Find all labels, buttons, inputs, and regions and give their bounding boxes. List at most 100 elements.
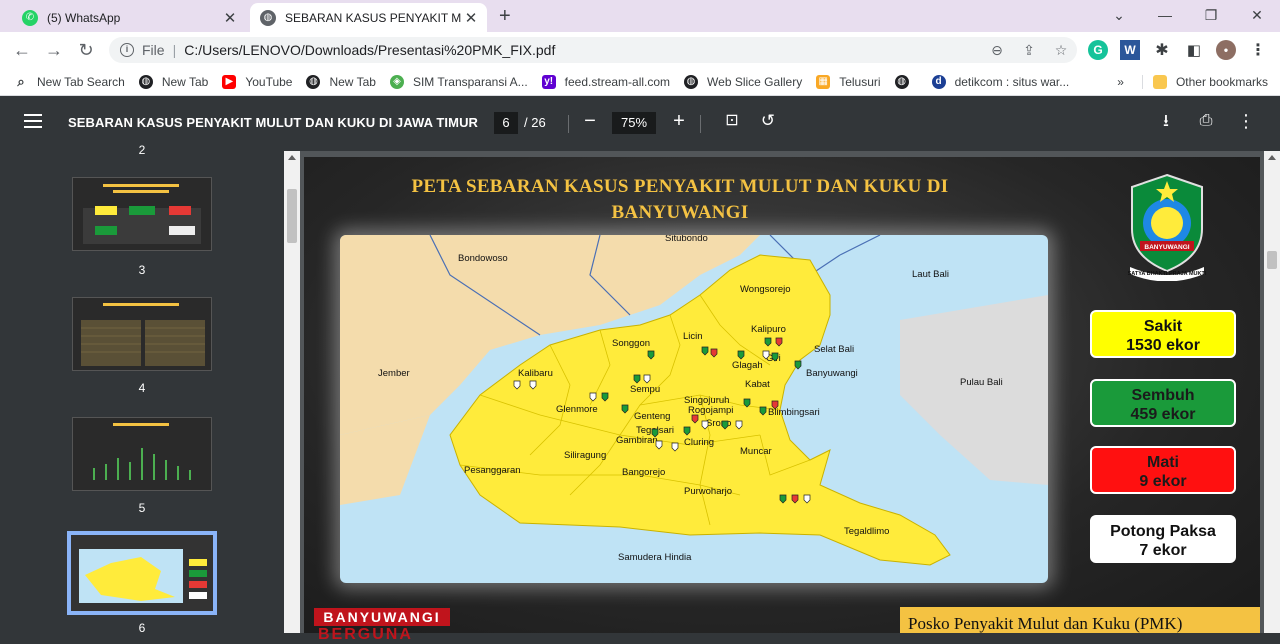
bookmark-new-tab-2[interactable]: ◍ New Tab <box>306 74 376 89</box>
thumbnail-page-6[interactable] <box>67 531 217 615</box>
tab-search-chevron-icon[interactable]: ⌄ <box>1096 0 1142 32</box>
logo-motto-text: SATYA BHAKTI PRAJA MUKTI <box>1128 271 1207 277</box>
close-tab-icon[interactable]: ✕ <box>461 9 481 27</box>
bookmark-label: New Tab Search <box>37 74 125 89</box>
label-gambiran: Gambiran <box>616 435 658 446</box>
extensions-icon[interactable]: ✱ <box>1152 40 1172 60</box>
bookmarks-bar: ⌕ New Tab Search ◍ New Tab ▶ YouTube ◍ New T… <box>0 68 1280 96</box>
label-kalibaru: Kalibaru <box>518 368 553 379</box>
label-songgon: Songgon <box>612 338 650 349</box>
search-icon: ⌕ <box>17 73 25 89</box>
bookmark-telusuri[interactable]: ▦ Telusuri <box>816 74 881 89</box>
stat-value: 1530 ekor <box>1126 337 1200 354</box>
document-title: SEBARAN KASUS PENYAKIT MULUT DAN KUKU DI… <box>68 115 479 130</box>
tab-strip: ✆ (5) WhatsApp ✕ ◍ SEBARAN KASUS PENYAKI… <box>0 0 1280 32</box>
tab-whatsapp[interactable]: ✆ (5) WhatsApp ✕ <box>8 3 246 32</box>
word-icon[interactable]: W <box>1120 40 1140 60</box>
restore-button[interactable]: ❐ <box>1188 0 1234 32</box>
bookmark-sim-transparansi[interactable]: ◈ SIM Transparansi A... <box>389 74 528 89</box>
yahoo-icon: y! <box>541 74 556 89</box>
bookmark-new-tab-search[interactable]: ⌕ New Tab Search <box>14 73 125 89</box>
print-icon[interactable]: ⎙ <box>1194 109 1218 133</box>
bookmarks-overflow-button[interactable]: » <box>1117 75 1124 89</box>
close-tab-icon[interactable]: ✕ <box>220 9 240 27</box>
bookmark-youtube[interactable]: ▶ YouTube <box>222 74 293 89</box>
bookmark-web-slice[interactable]: ◍ Web Slice Gallery <box>684 74 802 89</box>
stat-sakit: Sakit 1530 ekor <box>1090 310 1236 358</box>
bookmark-star-icon[interactable]: ☆ <box>1045 42 1077 59</box>
grammarly-icon[interactable]: G <box>1088 40 1108 60</box>
stat-potong-paksa: Potong Paksa 7 ekor <box>1090 515 1236 563</box>
sidebar-scrollbar[interactable] <box>284 151 300 633</box>
bookmark-label: Telusuri <box>839 74 881 89</box>
bookmark-detikcom[interactable]: d detikcom : situs war... <box>931 74 1069 89</box>
bookmark-feed-stream[interactable]: y! feed.stream-all.com <box>541 74 670 89</box>
thumbnail-page-3[interactable] <box>72 177 212 251</box>
telusuri-icon: ▦ <box>816 74 831 89</box>
stat-value: 459 ekor <box>1130 406 1196 423</box>
label-bangorejo: Bangorejo <box>622 467 665 478</box>
zoom-input[interactable]: 75% <box>612 112 656 134</box>
label-muncar: Muncar <box>740 446 772 457</box>
label-glenmore: Glenmore <box>556 404 598 415</box>
label-jember: Jember <box>378 368 410 379</box>
new-tab-button[interactable]: + <box>499 5 511 28</box>
bookmark-label: New Tab <box>329 74 376 89</box>
more-options-icon[interactable]: ⋮ <box>1234 109 1258 133</box>
label-kabat: Kabat <box>745 379 770 390</box>
youtube-icon: ▶ <box>222 74 237 89</box>
label-selat-bali: Selat Bali <box>814 344 854 355</box>
info-icon[interactable]: i <box>120 43 134 57</box>
label-glagah: Glagah <box>732 360 763 371</box>
url-text[interactable]: C:/Users/LENOVO/Downloads/Presentasi%20P… <box>184 42 981 58</box>
reload-button[interactable]: ↻ <box>74 39 98 61</box>
rotate-icon[interactable]: ↺ <box>756 109 780 133</box>
globe-icon: ◍ <box>260 9 276 26</box>
slide-title-line1: PETA SEBARAN KASUS PENYAKIT MULUT DAN KU… <box>411 176 949 197</box>
chrome-menu-icon[interactable]: ⋮ <box>1248 40 1268 60</box>
back-button[interactable]: ← <box>10 39 34 61</box>
forward-button[interactable]: → <box>42 39 66 61</box>
bookmark-label: YouTube <box>245 74 293 89</box>
overflow-chevron-icon: » <box>1117 74 1124 89</box>
label-laut-bali: Laut Bali <box>912 269 949 280</box>
profile-avatar[interactable]: • <box>1216 40 1236 60</box>
globe-icon: ◍ <box>894 74 909 89</box>
minimize-button[interactable]: — <box>1142 0 1188 32</box>
zoom-out-button[interactable]: − <box>578 109 602 133</box>
label-cluring: Cluring <box>684 437 714 448</box>
fit-page-icon[interactable]: ⊡ <box>720 109 744 133</box>
bookmark-new-tab[interactable]: ◍ New Tab <box>138 74 208 89</box>
stat-label: Sakit <box>1143 318 1183 335</box>
globe-icon: ◍ <box>684 74 699 89</box>
address-bar[interactable]: i File | C:/Users/LENOVO/Downloads/Prese… <box>109 37 1077 63</box>
stat-label: Sembuh <box>1131 387 1195 404</box>
share-icon[interactable]: ⇪ <box>1013 42 1045 59</box>
thumbnail-page-number: 4 <box>138 381 146 395</box>
zoom-in-button[interactable]: + <box>667 109 691 133</box>
side-panel-icon[interactable]: ◧ <box>1184 40 1204 60</box>
thumbnail-page-5[interactable] <box>72 417 212 491</box>
download-icon[interactable]: ⭳ <box>1154 109 1178 133</box>
stat-sembuh: Sembuh 459 ekor <box>1090 379 1236 427</box>
footer-berguna-text: BERGUNA <box>318 626 413 643</box>
thumbnail-page-4[interactable] <box>72 297 212 371</box>
bookmark-globe[interactable]: ◍ <box>894 74 918 89</box>
label-rogojampi: Rogojampi <box>688 405 733 416</box>
close-window-button[interactable]: ✕ <box>1234 0 1280 32</box>
stat-label: Potong Paksa <box>1110 523 1216 540</box>
viewer-scrollbar[interactable] <box>1264 151 1280 633</box>
label-genteng: Genteng <box>634 411 670 422</box>
tab-pdf[interactable]: ◍ SEBARAN KASUS PENYAKIT MUL ✕ <box>250 3 487 32</box>
menu-icon[interactable] <box>24 114 42 128</box>
page-number-input[interactable]: 6 <box>494 112 518 134</box>
bookmark-label: SIM Transparansi A... <box>412 74 528 89</box>
other-bookmarks[interactable]: Other bookmarks <box>1141 74 1268 89</box>
label-kalipuro: Kalipuro <box>751 324 786 335</box>
label-licin: Licin <box>683 331 703 342</box>
zoom-icon[interactable]: ⊖ <box>981 42 1013 59</box>
label-samudera-hindia: Samudera Hindia <box>618 552 692 563</box>
globe-icon: ◍ <box>138 74 153 89</box>
label-situbondo: Situbondo <box>665 235 708 244</box>
label-sempu: Sempu <box>630 384 660 395</box>
